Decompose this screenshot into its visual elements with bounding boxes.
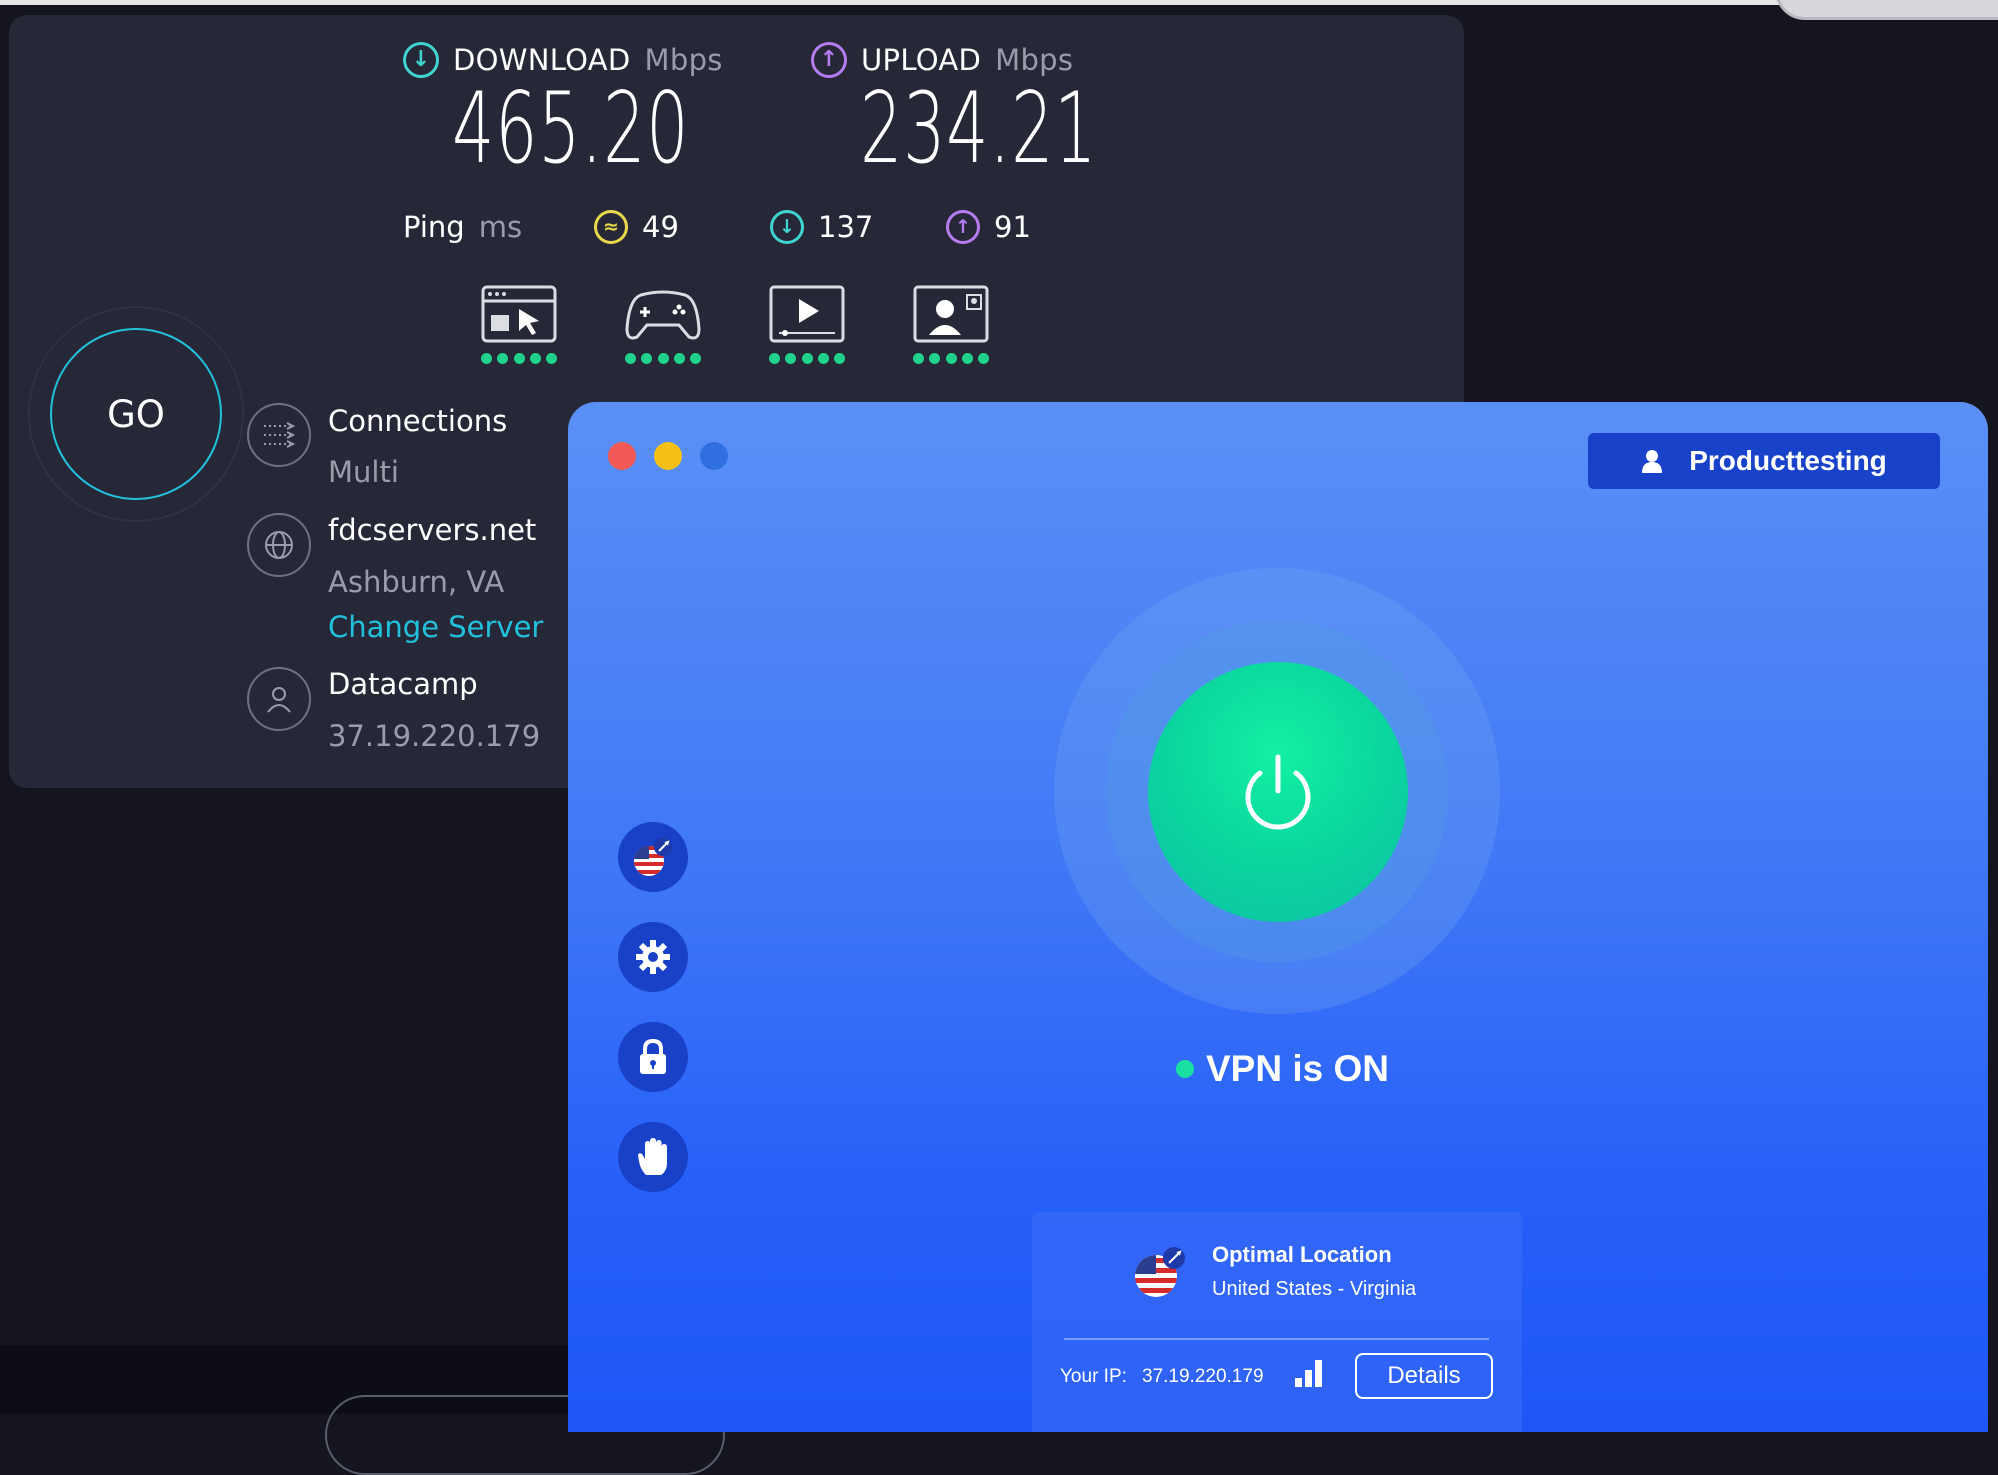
- location-title: Optimal Location: [1212, 1242, 1392, 1267]
- ping-download-icon: ↓: [770, 210, 804, 244]
- close-window-button[interactable]: [608, 442, 636, 470]
- upload-value: 234.21: [860, 72, 1098, 186]
- service-web-browsing[interactable]: [481, 285, 557, 365]
- globe-icon: [247, 513, 311, 577]
- settings-button[interactable]: [618, 922, 688, 992]
- server-location: Ashburn, VA: [328, 565, 505, 599]
- ping-download: ↓ 137: [770, 210, 873, 244]
- ip-value: 37.19.220.179: [1142, 1366, 1264, 1387]
- locations-flag-icon: [634, 838, 672, 876]
- power-icon: [1245, 754, 1311, 830]
- location-card[interactable]: Optimal Location United States - Virgini…: [1032, 1212, 1522, 1432]
- account-button[interactable]: Producttesting: [1588, 433, 1940, 489]
- ping-upload-value: 91: [994, 210, 1031, 244]
- web-browsing-icon: [481, 285, 557, 343]
- vpn-window: Producttesting VPN is ON Optimal Locatio…: [568, 402, 1988, 1432]
- ping-idle: ≈ 49: [594, 210, 679, 244]
- zoom-window-button[interactable]: [700, 442, 728, 470]
- account-user-icon: [1642, 450, 1663, 473]
- ping-upload-icon: ↑: [946, 210, 980, 244]
- service-gaming[interactable]: [625, 285, 701, 365]
- user-icon: [247, 667, 311, 731]
- ping-label: Ping: [403, 210, 465, 244]
- ping-unit: ms: [478, 210, 523, 244]
- service-video-streaming[interactable]: [769, 285, 845, 365]
- video-call-icon: [913, 285, 989, 343]
- connections-title: Connections: [328, 404, 508, 438]
- video-streaming-rating: [769, 353, 845, 364]
- blocker-hand-icon: [638, 1138, 667, 1175]
- video-streaming-icon: [769, 285, 845, 343]
- provider-ip: 37.19.220.179: [328, 719, 541, 753]
- vpn-power-button[interactable]: [1148, 662, 1408, 922]
- web-browsing-rating: [481, 353, 557, 364]
- vpn-status: VPN is ON: [1176, 1048, 1389, 1090]
- location-divider: [1064, 1338, 1489, 1340]
- go-button[interactable]: GO: [50, 328, 222, 500]
- ping-download-value: 137: [818, 210, 874, 244]
- ping-idle-value: 49: [642, 210, 679, 244]
- ping-upload: ↑ 91: [946, 210, 1031, 244]
- details-button[interactable]: Details: [1355, 1353, 1493, 1399]
- download-arrow-icon: ↓: [403, 42, 439, 78]
- service-video-call[interactable]: [913, 285, 989, 365]
- ping-idle-icon: ≈: [594, 210, 628, 244]
- provider-title: Datacamp: [328, 667, 478, 701]
- ping-label-group: Ping ms: [403, 210, 522, 244]
- location-subtitle: United States - Virginia: [1212, 1278, 1417, 1300]
- gaming-rating: [625, 353, 701, 364]
- signal-strength-icon: [1295, 1360, 1322, 1387]
- connections-icon: [247, 403, 311, 467]
- video-call-rating: [913, 353, 989, 364]
- status-dot-icon: [1176, 1060, 1194, 1078]
- vpn-status-text: VPN is ON: [1206, 1048, 1389, 1089]
- download-value: 465.20: [452, 72, 690, 186]
- security-lock-icon: [640, 1038, 666, 1074]
- minimize-window-button[interactable]: [654, 442, 682, 470]
- browser-top-edge: [0, 0, 1780, 5]
- us-flag-icon: [1135, 1247, 1185, 1297]
- upload-arrow-icon: ↑: [811, 42, 847, 78]
- server-title: fdcservers.net: [328, 513, 537, 547]
- locations-button[interactable]: [618, 822, 688, 892]
- gaming-icon: [625, 290, 701, 340]
- ip-label: Your IP:: [1060, 1366, 1127, 1387]
- connections-value[interactable]: Multi: [328, 455, 399, 489]
- change-server-link[interactable]: Change Server: [328, 610, 543, 644]
- browser-tab-edge: [1775, 0, 1998, 20]
- blocker-button[interactable]: [618, 1122, 688, 1192]
- security-button[interactable]: [618, 1022, 688, 1092]
- account-name: Producttesting: [1689, 445, 1887, 476]
- settings-gear-icon: [636, 940, 670, 974]
